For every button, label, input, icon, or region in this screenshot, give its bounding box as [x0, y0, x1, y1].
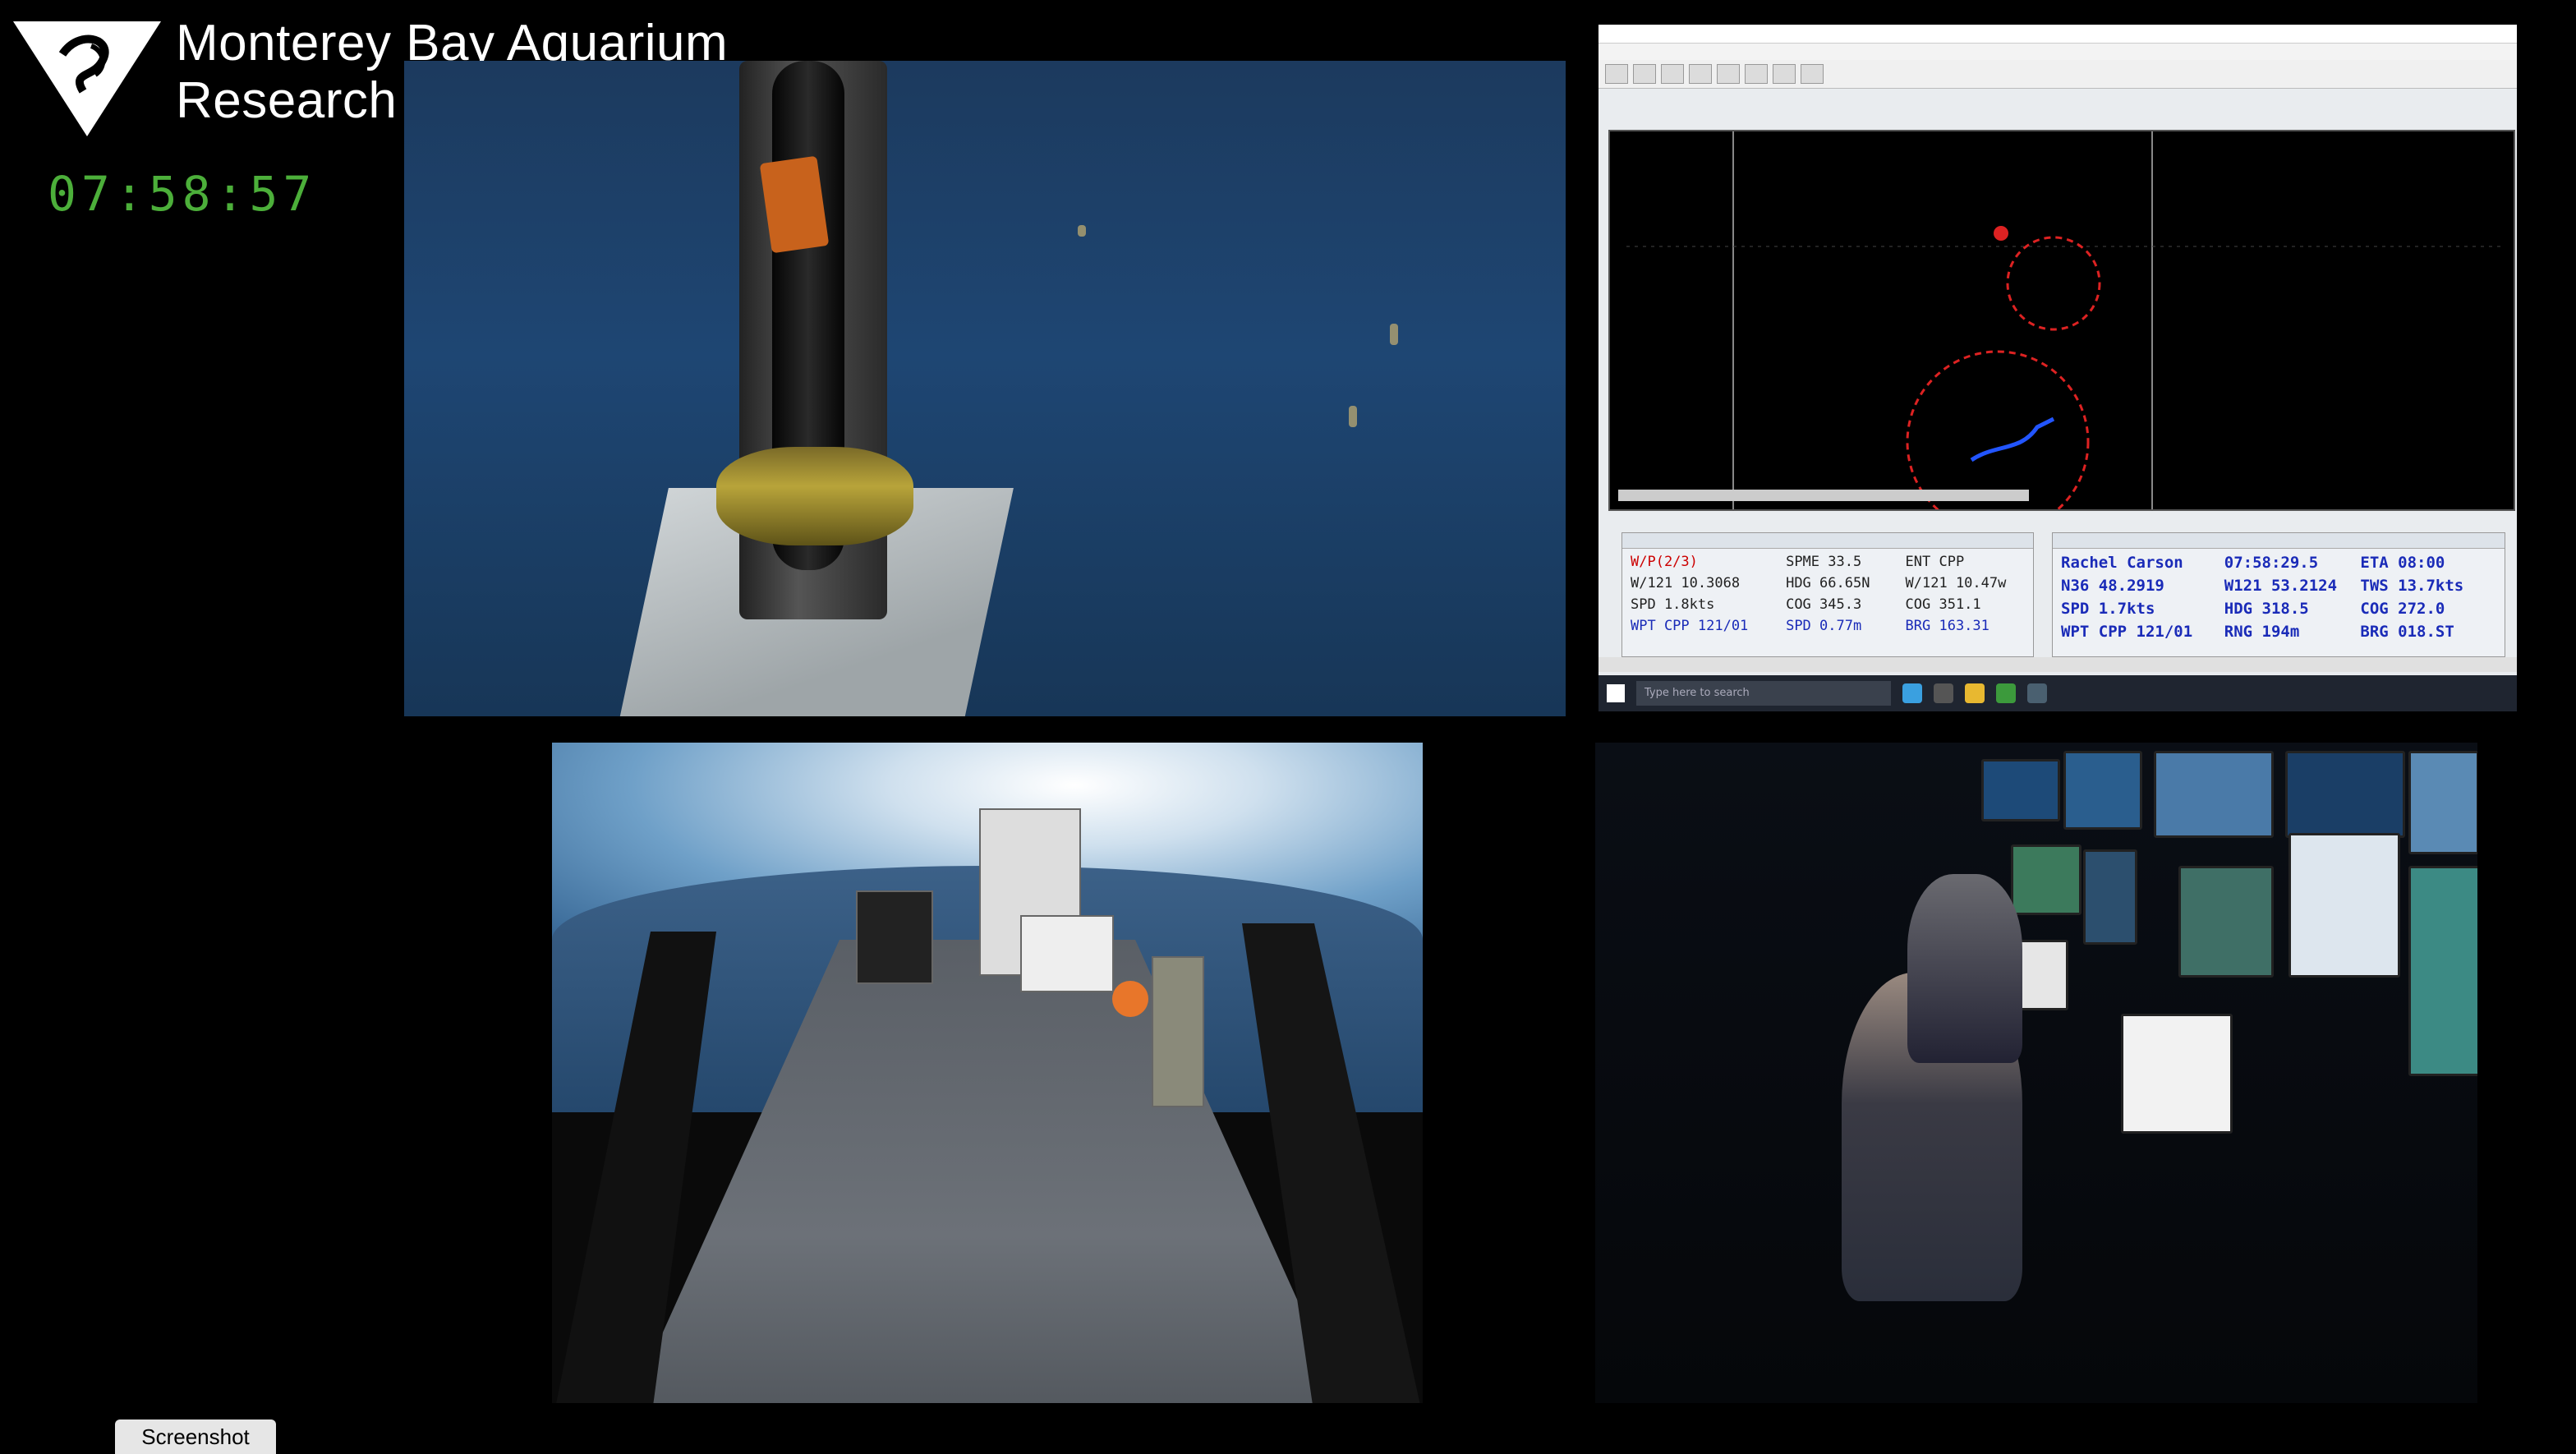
status-cell: W/121 10.47w: [1905, 575, 2007, 591]
laptop-screen: [2121, 1014, 2233, 1134]
toolbar-button[interactable]: [1745, 64, 1768, 84]
windows-start-icon[interactable]: [1607, 684, 1625, 702]
toolbar-button[interactable]: [1661, 64, 1684, 84]
status-cell: W/121 10.3068: [1631, 575, 1741, 591]
vehicle-status-panel: W/P(2/3) SPME 33.5 ENT CPP W/121 10.3068…: [1622, 532, 2034, 657]
map-overlay: [1626, 131, 2505, 534]
taskbar-search-input[interactable]: Type here to search: [1636, 681, 1891, 706]
status-cell: COG 345.3: [1786, 596, 1862, 613]
monitor-screen: [2408, 751, 2477, 854]
windows-taskbar: Type here to search: [1598, 675, 2517, 711]
status-cell: BRG 163.31: [1905, 618, 1990, 634]
status-cell: SPD 0.77m: [1786, 618, 1862, 634]
monitor-screen: [2063, 751, 2142, 830]
deck-container: [856, 890, 933, 984]
underwater-camera-feed: [404, 61, 1566, 716]
orange-buoy: [1112, 981, 1148, 1017]
status-cell: COG 351.1: [1905, 596, 1981, 613]
monitor-screen: [2178, 866, 2274, 978]
marine-snow-particle: [1390, 324, 1398, 345]
toolbar-button[interactable]: [1801, 64, 1824, 84]
toolbar-button[interactable]: [1717, 64, 1740, 84]
monitor-screen: [2288, 833, 2400, 978]
status-cell: W121 53.2124: [2224, 577, 2338, 595]
monitor-screen: [1981, 759, 2060, 821]
window-menu-bar[interactable]: [1598, 44, 2517, 60]
status-cell: WPT CPP 121/01: [1631, 618, 1749, 634]
screenshot-button[interactable]: Screenshot: [115, 1419, 276, 1454]
deck-instrument-frame: [1152, 956, 1204, 1107]
status-cell: N36 48.2919: [2061, 577, 2164, 595]
app-icon[interactable]: [2027, 683, 2047, 703]
status-cell: WPT CPP 121/01: [2061, 623, 2193, 641]
marine-snow-particle: [1349, 406, 1357, 427]
app-icon[interactable]: [1996, 683, 2016, 703]
toolbar-button[interactable]: [1773, 64, 1796, 84]
monitor-screen: [2154, 751, 2274, 838]
status-cell: ETA 08:00: [2360, 554, 2445, 572]
ship-deck-camera-feed: [552, 743, 1423, 1403]
status-cell: ENT CPP: [1905, 554, 1965, 570]
monitor-screen: [2408, 866, 2477, 1076]
status-cell: RNG 194m: [2224, 623, 2300, 641]
ship-status-panel: Rachel Carson 07:58:29.5 ETA 08:00 N36 4…: [2052, 532, 2505, 657]
mbari-logo-icon: [13, 21, 161, 136]
deck-crate: [1020, 915, 1114, 992]
task-view-icon[interactable]: [1934, 683, 1953, 703]
status-cell: 07:58:29.5: [2224, 554, 2319, 572]
toolbar-button[interactable]: [1605, 64, 1628, 84]
monitor-screen: [2285, 751, 2405, 838]
status-cell: W/P(2/3): [1631, 554, 1698, 570]
file-explorer-icon[interactable]: [1965, 683, 1985, 703]
panel-header[interactable]: [2053, 533, 2505, 549]
status-cell: HDG 318.5: [2224, 600, 2309, 618]
sampler-collar: [716, 447, 913, 545]
control-room-camera-feed: [1595, 743, 2477, 1403]
status-cell: BRG 018.ST: [2360, 623, 2454, 641]
status-cell: SPD 1.7kts: [2061, 600, 2155, 618]
status-cell: SPME 33.5: [1786, 554, 1862, 570]
monitor-screen: [2083, 849, 2137, 945]
operator-person: [1907, 874, 2022, 1063]
clock-readout: 07:58:57: [48, 166, 317, 222]
window-status-bar: [1598, 657, 2517, 672]
status-cell: HDG 66.65N: [1786, 575, 1870, 591]
toolbar-button[interactable]: [1633, 64, 1656, 84]
status-cell: SPD 1.8kts: [1631, 596, 1715, 613]
window-title-bar[interactable]: [1598, 25, 2517, 44]
status-cell: COG 272.0: [2360, 600, 2445, 618]
navigation-map-view[interactable]: [1608, 130, 2515, 534]
map-scale-bar: [1618, 490, 2029, 501]
edge-browser-icon[interactable]: [1902, 683, 1922, 703]
status-cell: TWS 13.7kts: [2360, 577, 2464, 595]
status-cell: Rachel Carson: [2061, 554, 2183, 572]
sampler-label-tag: [759, 155, 830, 254]
window-toolbar[interactable]: [1598, 60, 2517, 89]
monitor-screen: [2011, 844, 2082, 915]
marine-snow-particle: [1078, 225, 1086, 237]
panel-header[interactable]: [1622, 533, 2033, 549]
navigation-software-window: W/P(2/3) SPME 33.5 ENT CPP W/121 10.3068…: [1598, 25, 2517, 711]
toolbar-button[interactable]: [1689, 64, 1712, 84]
